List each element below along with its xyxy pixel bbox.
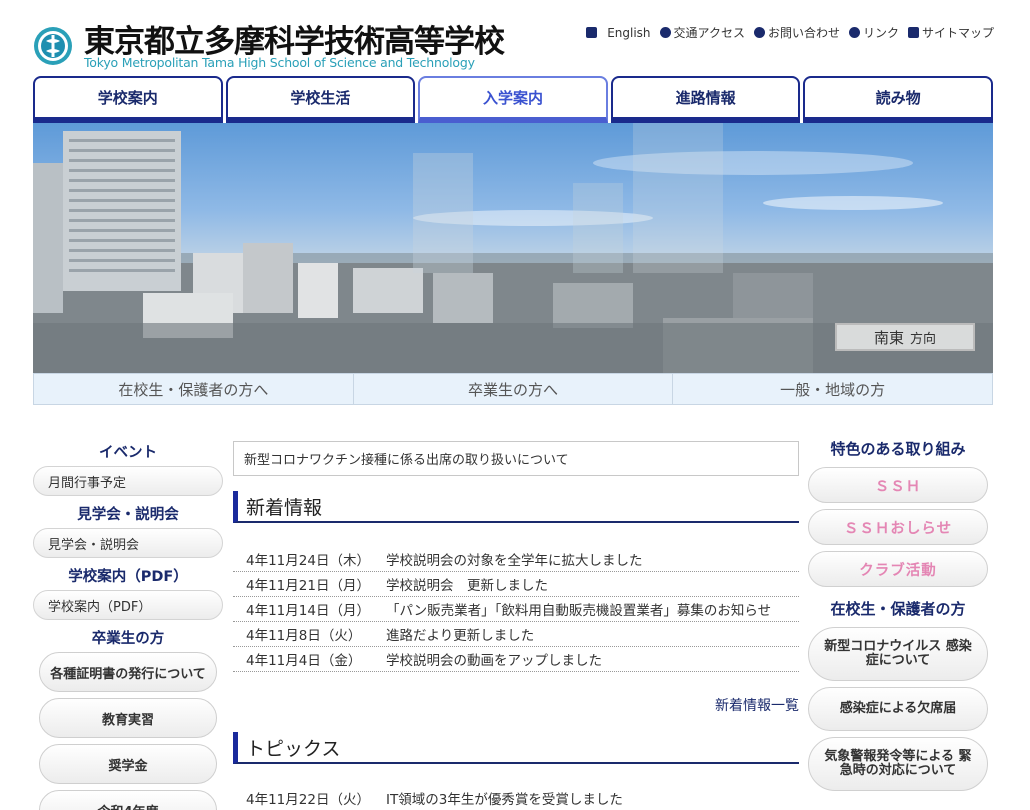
nav-tab-readings[interactable]: 読み物 [803,76,993,123]
bus-icon [659,27,671,38]
sitemap-icon [907,27,919,38]
news-more-link[interactable]: 新着情報一覧 [233,695,799,715]
utility-links: English 交通アクセス お問い合わせ リンク サイトマップ [586,24,994,41]
sidebar-heading-parents: 在校生・保護者の方 [830,600,966,618]
right-sidebar: 特色のある取り組み ＳＳＨ ＳＳＨおしらせ クラブ活動 在校生・保護者の方 新型… [808,437,988,797]
sidebar-link-tour[interactable]: 見学会・説明会 [33,528,223,558]
school-logo-icon[interactable] [33,26,73,66]
topics-section-title: トピックス [233,732,799,764]
sidebar-link-monthly-events[interactable]: 月間行事予定 [33,466,223,496]
list-item[interactable]: 4年11月24日（木） 学校説明会の対象を全学年に拡大しました [233,547,799,572]
sidebar-button-teaching-practice[interactable]: 教育実習 [39,698,217,738]
list-item[interactable]: 4年11月4日（金） 学校説明会の動画をアップしました [233,647,799,672]
sidebar-link-pdf[interactable]: 学校案内（PDF） [33,590,223,620]
news-list: 4年11月24日（木） 学校説明会の対象を全学年に拡大しました 4年11月21日（… [233,547,799,672]
utility-link-contact[interactable]: お問い合わせ [753,24,840,41]
nav-tab-career[interactable]: 進路情報 [610,76,801,123]
list-item[interactable]: 4年11月14日（月） 「パン販売業者」「飲料用自動販売機設置業者」募集のお知らせ [233,597,799,622]
audience-bar: 在校生・保護者の方へ 卒業生の方へ 一般・地域の方 [33,373,993,405]
left-sidebar: イベント 月間行事予定 見学会・説明会 見学会・説明会 学校案内（PDF） 学校… [33,440,223,810]
list-item[interactable]: 4年11月8日（火） 進路だより更新しました [233,622,799,647]
sidebar-heading-event: イベント [99,445,157,461]
covid-notice-link[interactable]: 新型コロナワクチン接種に係る出席の取り扱いについて [233,441,799,476]
main-content: 新型コロナワクチン接種に係る出席の取り扱いについて 新着情報 4年11月24日（… [233,441,799,810]
english-icon [586,27,598,38]
link-icon [848,27,860,38]
list-item[interactable]: 4年11月22日（火） IT領域の3年生が優秀賞を受賞しました [233,786,799,810]
sidebar-button-reiwa4[interactable]: 令和4年度 [39,790,217,810]
utility-link-links[interactable]: リンク [848,24,899,41]
nav-tab-school-guide[interactable]: 学校案内 [33,76,223,123]
sidebar-button-certificates[interactable]: 各種証明書の発行について [39,652,217,692]
audience-link-students-parents[interactable]: 在校生・保護者の方へ [34,374,354,404]
sidebar-heading-features: 特色のある取り組み [830,440,966,458]
hero-direction-label: 南東 方向 [835,323,975,351]
ssh-button[interactable]: ＳＳＨ [808,467,988,503]
ssh-news-button[interactable]: ＳＳＨおしらせ [808,509,988,545]
utility-link-access[interactable]: 交通アクセス [659,24,745,41]
sidebar-button-scholarship[interactable]: 奨学金 [39,744,217,784]
audience-link-general[interactable]: 一般・地域の方 [673,374,992,404]
topics-list: 4年11月22日（火） IT領域の3年生が優秀賞を受賞しました [233,786,799,810]
nav-tab-admissions[interactable]: 入学案内 [418,76,608,123]
club-activities-button[interactable]: クラブ活動 [808,551,988,587]
sidebar-heading-pdf: 学校案内（PDF） [68,569,188,585]
hero-cityscape-image: 南東 方向 [33,123,993,373]
sidebar-heading-alumni: 卒業生の方 [91,631,165,647]
nav-tab-school-life[interactable]: 学校生活 [225,76,416,123]
news-section-title: 新着情報 [233,491,799,523]
list-item[interactable]: 4年11月21日（月） 学校説明会 更新しました [233,572,799,597]
utility-link-sitemap[interactable]: サイトマップ [907,24,994,41]
utility-link-english[interactable]: English [586,24,651,41]
sidebar-heading-tour: 見学会・説明会 [77,507,179,523]
site-subtitle: Tokyo Metropolitan Tama High School of S… [84,55,475,70]
weather-alert-button[interactable]: 気象警報発令等による 緊急時の対応について [808,737,988,791]
covid-info-button[interactable]: 新型コロナウイルス 感染症について [808,627,988,681]
global-nav: 学校案内 学校生活 入学案内 進路情報 読み物 [33,76,993,123]
audience-link-alumni[interactable]: 卒業生の方へ [354,374,674,404]
absence-form-button[interactable]: 感染症による欠席届 [808,687,988,731]
contact-icon [753,27,765,38]
